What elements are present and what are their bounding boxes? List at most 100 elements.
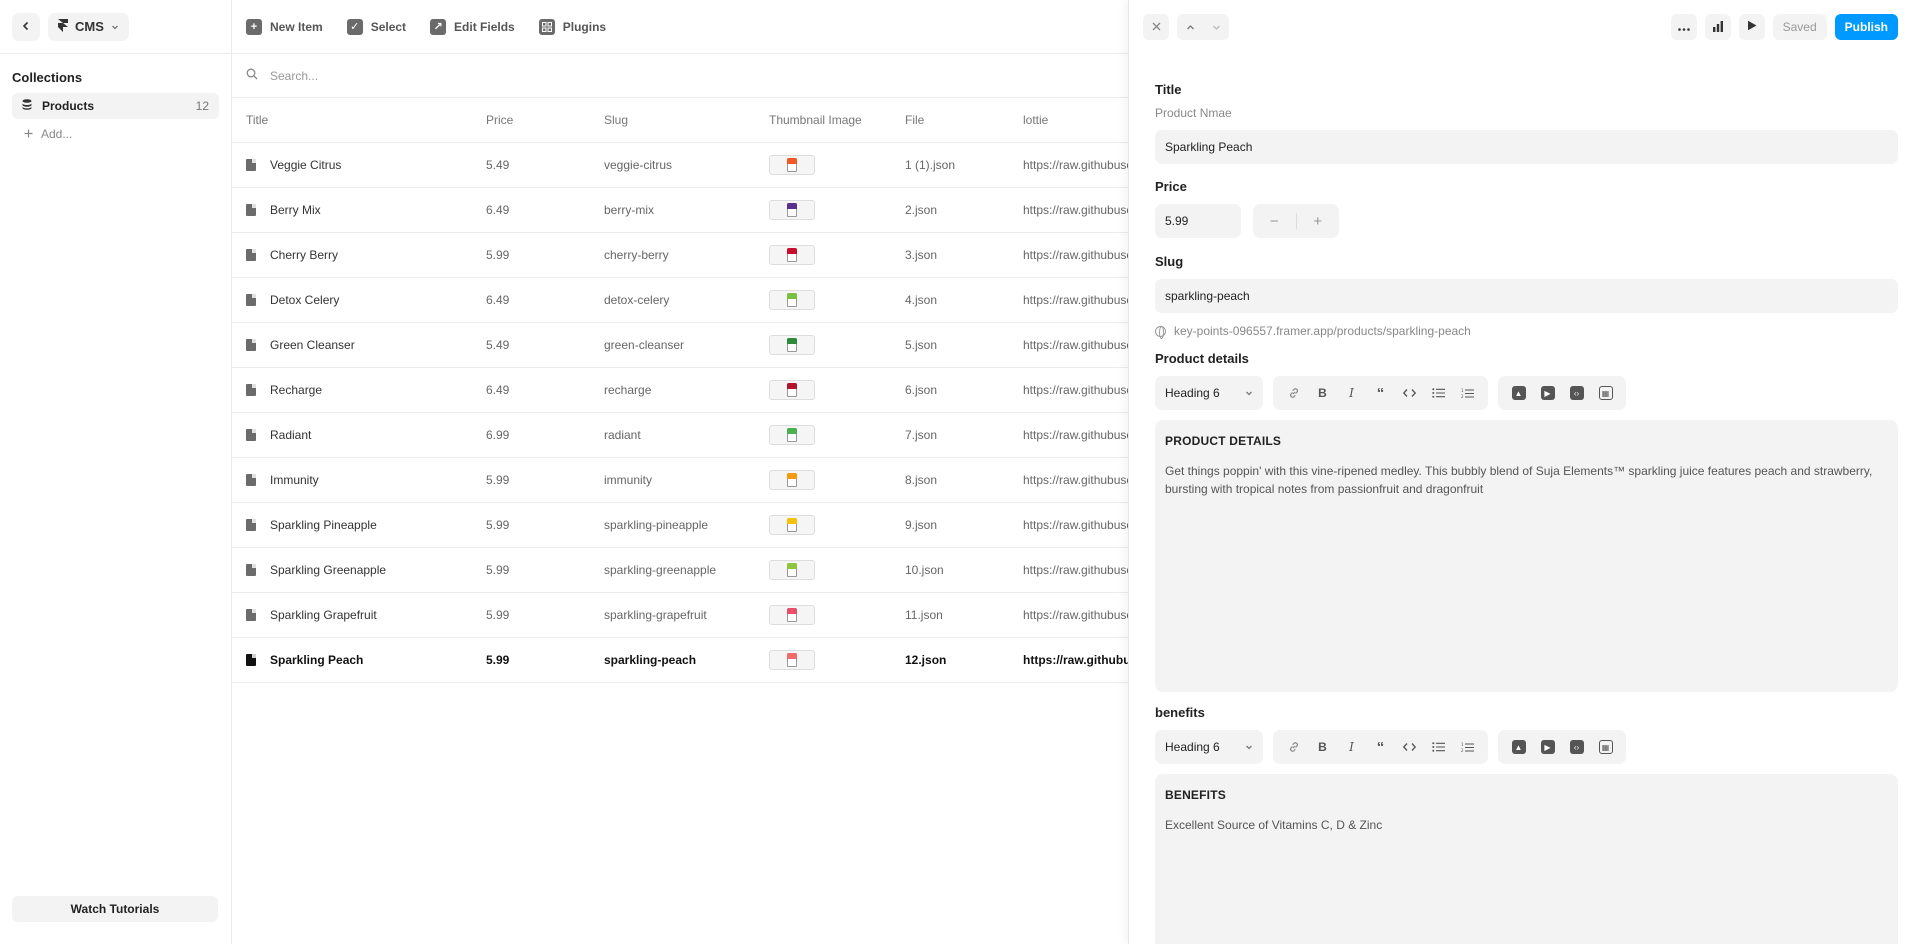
thumbnail-image[interactable] — [769, 469, 815, 490]
table-row[interactable]: Sparkling Pineapple 5.99 sparkling-pineapp… — [232, 502, 1128, 548]
bullet-list-icon[interactable] — [1426, 735, 1451, 759]
cell-slug: sparkling-grapefruit — [604, 592, 769, 638]
thumbnail-image[interactable] — [769, 154, 815, 175]
bullet-list-icon[interactable] — [1426, 381, 1451, 405]
numbered-list-icon[interactable]: 12 — [1455, 381, 1480, 405]
thumbnail-image[interactable] — [769, 289, 815, 310]
increment-button[interactable]: + — [1297, 213, 1340, 230]
column-header-price[interactable]: Price — [486, 98, 604, 143]
table-icon[interactable]: ▦ — [1593, 381, 1618, 405]
cell-thumbnail — [769, 637, 905, 683]
new-item-label: New Item — [270, 19, 323, 34]
video-icon[interactable]: ▶ — [1535, 735, 1560, 759]
add-collection-button[interactable]: Add... — [12, 121, 219, 147]
back-button[interactable] — [12, 12, 40, 41]
thumbnail-image[interactable] — [769, 604, 815, 625]
price-input[interactable]: 5.99 — [1155, 204, 1241, 238]
edit-fields-button[interactable]: ↗ Edit Fields — [430, 18, 515, 35]
watch-tutorials-button[interactable]: Watch Tutorials — [12, 896, 218, 922]
cell-price: 6.49 — [486, 277, 604, 323]
close-button[interactable] — [1143, 14, 1169, 40]
table-row[interactable]: Recharge 6.49 recharge 6.json https://raw.gi… — [232, 367, 1128, 413]
table-row[interactable]: Radiant 6.99 radiant 7.json https://raw.gith… — [232, 412, 1128, 458]
decrement-button[interactable]: − — [1253, 213, 1296, 230]
thumbnail-image[interactable] — [769, 379, 815, 400]
table-row[interactable]: Green Cleanser 5.49 green-cleanser 5.json ht… — [232, 322, 1128, 368]
cms-menu-button[interactable]: CMS — [48, 12, 129, 41]
code-icon[interactable] — [1397, 381, 1422, 405]
embed-icon[interactable]: ‹› — [1564, 735, 1589, 759]
thumbnail-image[interactable] — [769, 649, 815, 670]
cell-lottie: https://raw.githubusercontent.com — [1023, 637, 1128, 683]
cell-thumbnail — [769, 457, 905, 503]
cell-file: 11.json — [905, 592, 1023, 638]
item-url[interactable]: key-points-096557.framer.app/products/sp… — [1155, 324, 1898, 339]
details-heading-select[interactable]: Heading 6 — [1155, 376, 1263, 410]
thumbnail-image[interactable] — [769, 514, 815, 535]
column-header-lottie[interactable]: lottie — [1023, 98, 1128, 143]
table-row[interactable]: Sparkling Peach 5.99 sparkling-peach 12.jso… — [232, 637, 1128, 683]
bold-icon[interactable]: B — [1310, 735, 1335, 759]
cell-title: Berry Mix — [232, 187, 486, 233]
next-item-button[interactable] — [1203, 14, 1229, 40]
title-cell-inner: Cherry Berry — [232, 248, 486, 262]
numbered-list-icon[interactable]: 12 — [1455, 735, 1480, 759]
embed-icon[interactable]: ‹› — [1564, 381, 1589, 405]
quote-icon[interactable]: “ — [1368, 381, 1393, 405]
title-input[interactable]: Sparkling Peach — [1155, 130, 1898, 164]
image-icon[interactable]: ▲ — [1506, 381, 1531, 405]
select-button[interactable]: ✓ Select — [346, 18, 406, 35]
analytics-button[interactable] — [1704, 14, 1731, 40]
italic-icon[interactable]: I — [1339, 735, 1364, 759]
bold-icon[interactable]: B — [1310, 381, 1335, 405]
cell-title: Sparkling Greenapple — [232, 547, 486, 593]
publish-button[interactable]: Publish — [1834, 14, 1898, 40]
document-icon — [246, 248, 256, 261]
plugins-grid-icon — [538, 18, 555, 35]
table-icon[interactable]: ▦ — [1593, 735, 1618, 759]
plugins-button[interactable]: Plugins — [538, 18, 606, 35]
cell-file: 10.json — [905, 547, 1023, 593]
thumbnail-image[interactable] — [769, 559, 815, 580]
sidebar-item-products[interactable]: Products 12 — [12, 93, 219, 119]
italic-icon[interactable]: I — [1339, 381, 1364, 405]
column-header-file[interactable]: File — [905, 98, 1023, 143]
table-row[interactable]: Detox Celery 6.49 detox-celery 4.json https:… — [232, 277, 1128, 323]
price-row: 5.99 − + — [1155, 204, 1898, 238]
table-row[interactable]: Cherry Berry 5.99 cherry-berry 3.json https:… — [232, 232, 1128, 278]
slug-input[interactable]: sparkling-peach — [1155, 279, 1898, 313]
cell-thumbnail — [769, 592, 905, 638]
quote-icon[interactable]: “ — [1368, 735, 1393, 759]
code-icon[interactable] — [1397, 735, 1422, 759]
previous-item-button[interactable] — [1177, 14, 1203, 40]
table-row[interactable]: Sparkling Greenapple 5.99 sparkling-greena… — [232, 547, 1128, 593]
benefits-heading-select[interactable]: Heading 6 — [1155, 730, 1263, 764]
table-row[interactable]: Veggie Citrus 5.49 veggie-citrus 1 (1).json… — [232, 142, 1128, 188]
link-icon[interactable] — [1281, 735, 1306, 759]
search-input[interactable] — [270, 68, 870, 83]
benefits-editor[interactable]: BENEFITS Excellent Source of Vitamins C,… — [1155, 774, 1898, 944]
video-icon[interactable]: ▶ — [1535, 381, 1560, 405]
image-icon[interactable]: ▲ — [1506, 735, 1531, 759]
new-item-button[interactable]: + New Item — [246, 18, 323, 35]
benefits-body-text: Excellent Source of Vitamins C, D & Zinc — [1165, 818, 1383, 832]
table-row[interactable]: Immunity 5.99 immunity 8.json https://raw.gi… — [232, 457, 1128, 503]
link-icon[interactable] — [1281, 381, 1306, 405]
title-cell-inner: Veggie Citrus — [232, 158, 486, 172]
column-header-title[interactable]: Title — [232, 98, 486, 143]
thumbnail-image[interactable] — [769, 244, 815, 265]
product-details-editor[interactable]: PRODUCT DETAILS Get things poppin' with … — [1155, 420, 1898, 692]
bottle-thumbnail-icon — [787, 472, 797, 487]
cell-title: Sparkling Pineapple — [232, 502, 486, 548]
table-row[interactable]: Sparkling Grapefruit 5.99 sparkling-grapef… — [232, 592, 1128, 638]
more-options-button[interactable] — [1670, 14, 1697, 40]
preview-button[interactable] — [1738, 14, 1765, 40]
thumbnail-image[interactable] — [769, 199, 815, 220]
thumbnail-image[interactable] — [769, 424, 815, 445]
globe-icon — [1155, 325, 1166, 339]
thumbnail-image[interactable] — [769, 334, 815, 355]
column-header-thumbnail[interactable]: Thumbnail Image — [769, 98, 905, 143]
table-row[interactable]: Berry Mix 6.49 berry-mix 2.json https://raw.… — [232, 187, 1128, 233]
cell-lottie: https://raw.githubusercontent.com — [1023, 187, 1128, 233]
column-header-slug[interactable]: Slug — [604, 98, 769, 143]
